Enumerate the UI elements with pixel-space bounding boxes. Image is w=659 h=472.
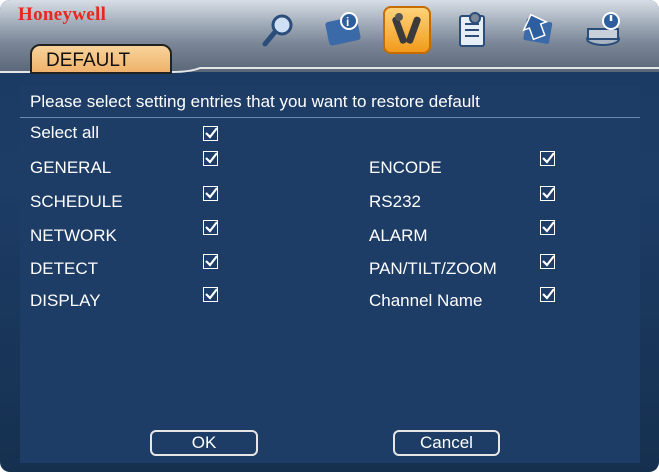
info-icon[interactable]: i [320,6,368,54]
option-network-checkbox[interactable] [203,220,218,235]
option-display-label: DISPLAY [30,291,101,310]
cancel-button[interactable]: Cancel [393,430,500,456]
option-ptz-checkbox[interactable] [540,254,555,269]
shutdown-icon[interactable] [580,6,628,54]
option-general-label: GENERAL [30,158,112,177]
option-network-label: NETWORK [30,226,117,245]
option-schedule-checkbox[interactable] [203,186,218,201]
content-panel [20,85,640,463]
default-dialog: Honeywell i DEFAULT Please select settin… [0,0,659,472]
checklist-icon[interactable] [447,6,495,54]
toolbar-header: Honeywell i DEFAULT [0,0,659,74]
option-display-checkbox[interactable] [203,287,218,302]
option-ptz-label: PAN/TILT/ZOOM [369,259,497,278]
svg-text:i: i [346,15,349,29]
ok-button[interactable]: OK [150,430,258,456]
option-alarm-label: ALARM [369,226,428,245]
option-channel-name-label: Channel Name [369,291,483,310]
option-general-checkbox[interactable] [203,151,218,166]
select-all-checkbox[interactable] [203,126,218,141]
brand-logo: Honeywell [18,4,107,25]
option-encode-label: ENCODE [369,158,442,177]
option-encode-checkbox[interactable] [540,151,555,166]
instruction-text: Please select setting entries that you w… [30,92,480,111]
option-channel-name-checkbox[interactable] [540,287,555,302]
option-schedule-label: SCHEDULE [30,192,123,211]
option-rs232-checkbox[interactable] [540,186,555,201]
option-alarm-checkbox[interactable] [540,220,555,235]
select-all-label: Select all [30,123,99,142]
option-detect-checkbox[interactable] [203,254,218,269]
tools-icon[interactable] [383,6,431,54]
option-detect-label: DETECT [30,259,98,278]
tab-underline [0,67,659,73]
search-icon[interactable] [255,6,303,54]
download-icon[interactable] [513,6,561,54]
option-rs232-label: RS232 [369,192,421,211]
divider [20,117,640,118]
